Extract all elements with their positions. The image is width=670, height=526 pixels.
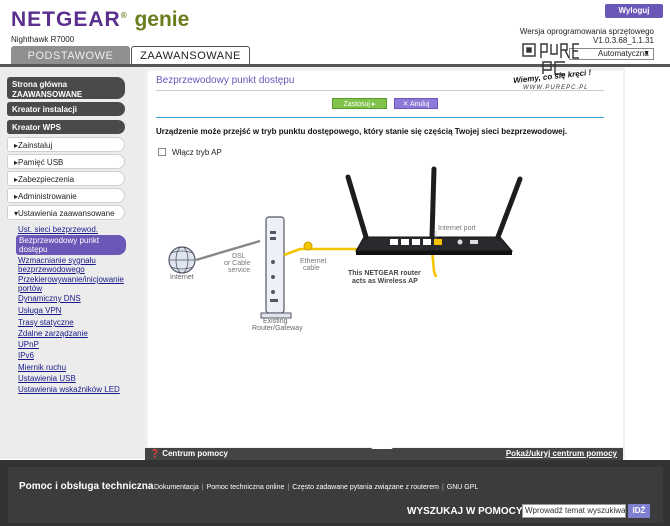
- ap-note: This NETGEAR router acts as Wireless AP: [348, 270, 423, 285]
- internet-label: Internet: [170, 274, 194, 281]
- cancel-button[interactable]: ✕ Anuluj: [394, 98, 438, 109]
- help-icon: ❓: [150, 449, 160, 458]
- watermark-url: WWW.PUREPC.PL: [523, 85, 589, 91]
- sidebar-item-label: Administrowanie: [18, 192, 77, 201]
- sidebar-subitem-vpn[interactable]: Usługa VPN: [18, 306, 126, 315]
- sidebar-subitem-wireless-settings[interactable]: Ust. sieci bezprzewod.: [18, 225, 126, 234]
- router-model: Nighthawk R7000: [11, 35, 75, 44]
- sidebar-item-setup[interactable]: ▸Zainstaluj: [7, 137, 125, 152]
- link-documentation[interactable]: Dokumentacja: [154, 484, 199, 491]
- sidebar-item-setup-wizard[interactable]: Kreator instalacji: [7, 102, 125, 116]
- sidebar-item-label: Zainstaluj: [18, 141, 53, 150]
- netgear-genie-logo: NETGEAR® genie: [11, 8, 189, 32]
- firmware-title: Wersja oprogramowania sprzętowego: [519, 27, 654, 36]
- search-go-button[interactable]: IDŹ: [628, 504, 650, 518]
- dsl-label: DSL or Cable service: [224, 253, 252, 274]
- help-search-input[interactable]: Wprowadź temat wyszukiwa: [522, 504, 626, 518]
- logout-button[interactable]: Wyloguj: [605, 4, 663, 18]
- ethernet-label: Ethernet cable: [300, 258, 328, 272]
- gateway-label: Existing Router/Gateway: [252, 318, 303, 332]
- apply-button[interactable]: Zastosuj ▸: [332, 98, 387, 109]
- ethernet-plug-icon: [303, 241, 313, 251]
- toggle-help-link[interactable]: Pokaż/ukryj centrum pomocy: [506, 449, 617, 458]
- sidebar-subitem-port-forwarding[interactable]: Przekierowywanie/inicjowanie portów: [18, 275, 126, 293]
- internet-port-label: Internet port: [438, 225, 476, 232]
- netgear-router-icon: [345, 166, 523, 255]
- sidebar-subitem-wireless-ap[interactable]: Bezprzewodowy punkt dostępu: [16, 235, 126, 255]
- help-center-bar: ❓ Centrum pomocy Pokaż/ukryj centrum pom…: [145, 442, 623, 460]
- expand-arrow-icon[interactable]: [371, 442, 393, 449]
- section-divider: [156, 117, 604, 118]
- link-online-support[interactable]: Pomoc techniczna online: [207, 484, 285, 491]
- link-faq[interactable]: Często zadawane pytania związane z route…: [292, 484, 439, 491]
- search-help-title: WYSZUKAJ W POMOCY: [407, 506, 523, 517]
- sidebar-subitem-traffic-meter[interactable]: Miernik ruchu: [18, 363, 126, 372]
- sidebar-subitem-wireless-repeating[interactable]: Wzmacnianie sygnału bezprzewodowego: [18, 256, 126, 274]
- sidebar-item-label: Pamięć USB: [18, 158, 64, 167]
- ap-mode-label: Włącz tryb AP: [172, 148, 222, 157]
- sidebar-item-administration[interactable]: ▸Administrowanie: [7, 188, 125, 203]
- help-center-label: Centrum pomocy: [162, 449, 228, 458]
- link-gpl[interactable]: GNU GPL: [447, 484, 479, 491]
- sidebar-item-security[interactable]: ▸Zabezpieczenia: [7, 171, 125, 186]
- ap-mode-checkbox[interactable]: [158, 148, 166, 156]
- sidebar-item-advanced-setup[interactable]: ▾Ustawienia zaawansowane: [7, 205, 125, 220]
- support-links: Dokumentacja | Pomoc techniczna online | Czę…: [154, 484, 478, 491]
- description-text: Urządzenie może przejść w tryb punktu do…: [156, 127, 568, 136]
- support-title: Pomoc i obsługa techniczna: [19, 481, 154, 492]
- tab-advanced[interactable]: ZAAWANSOWANE: [131, 46, 250, 66]
- help-center-link[interactable]: ❓ Centrum pomocy: [150, 449, 228, 458]
- sidebar-subitem-static-routes[interactable]: Trasy statyczne: [18, 318, 126, 327]
- sidebar-item-wps-wizard[interactable]: Kreator WPS: [7, 120, 125, 134]
- gateway-router-icon: [260, 216, 292, 319]
- language-value: Automatyczna: [598, 49, 649, 58]
- link-separator: |: [201, 484, 204, 491]
- sidebar-subitem-upnp[interactable]: UPnP: [18, 340, 126, 349]
- chevron-down-icon: ▼: [643, 50, 650, 57]
- link-separator: |: [441, 484, 444, 491]
- sidebar-item-label: Zabezpieczenia: [18, 175, 75, 184]
- sidebar-subitem-usb-settings[interactable]: Ustawienia USB: [18, 374, 126, 383]
- brand-name: NETGEAR: [11, 8, 121, 31]
- sidebar-subitem-led-settings[interactable]: Ustawienia wskaźników LED: [18, 385, 126, 394]
- sidebar-subitem-ipv6[interactable]: IPv6: [18, 351, 126, 360]
- sidebar-item-usb-storage[interactable]: ▸Pamięć USB: [7, 154, 125, 169]
- sidebar-item-home[interactable]: Strona główna ZAAWANSOWANE: [7, 77, 125, 99]
- tab-basic[interactable]: PODSTAWOWE: [11, 46, 130, 66]
- ap-mode-diagram: Internet DSL or Cable service Existing R…: [168, 166, 523, 332]
- sidebar-subitem-dynamic-dns[interactable]: Dynamiczny DNS: [18, 294, 126, 303]
- product-name: genie: [134, 8, 190, 31]
- sidebar-subitem-remote-management[interactable]: Zdalne zarządzanie: [18, 329, 126, 338]
- dsl-line: [195, 239, 261, 262]
- sidebar-item-label: Ustawienia zaawansowane: [18, 209, 115, 218]
- link-separator: |: [287, 484, 290, 491]
- page-title: Bezprzewodowy punkt dostępu: [156, 75, 295, 86]
- trademark-mark: ®: [120, 11, 128, 20]
- internet-globe-icon: [168, 246, 196, 274]
